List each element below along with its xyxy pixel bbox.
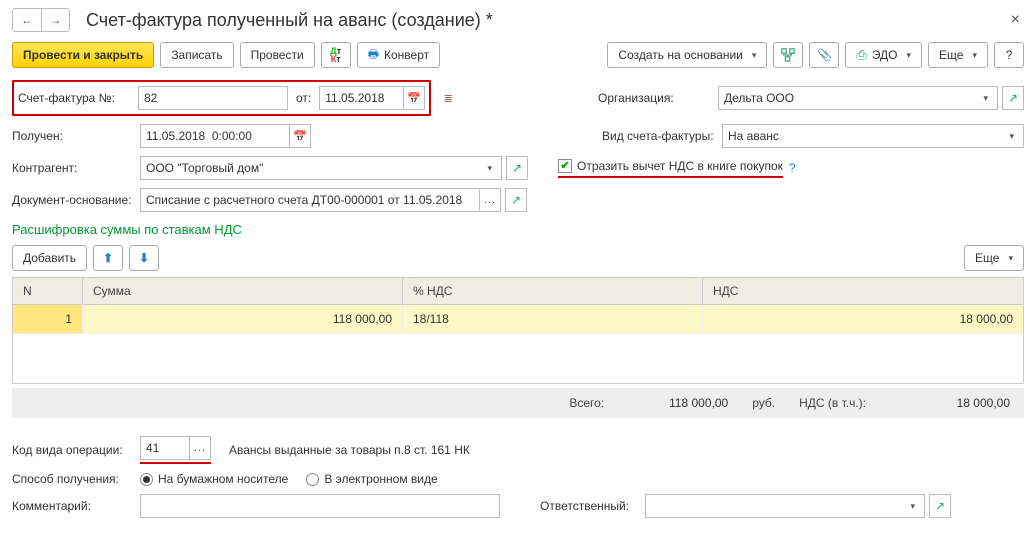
list-icon[interactable]: ≣ bbox=[437, 86, 459, 110]
structure-button[interactable] bbox=[773, 42, 803, 68]
basis-browse-button[interactable]: ... bbox=[479, 188, 501, 212]
vat-section-title: Расшифровка суммы по ставкам НДС bbox=[12, 222, 1024, 237]
responsible-open-button[interactable]: ↗ bbox=[929, 494, 951, 518]
move-up-button[interactable]: ⬆ bbox=[93, 245, 123, 271]
op-code-highlight: ... bbox=[140, 436, 211, 464]
op-code-label: Код вида операции: bbox=[12, 443, 140, 457]
currency-label: руб. bbox=[752, 396, 775, 410]
counterparty-label: Контрагент: bbox=[12, 161, 140, 175]
table-row[interactable]: 1 118 000,00 18/118 18 000,00 bbox=[13, 305, 1023, 333]
total-value: 118 000,00 bbox=[628, 396, 728, 410]
comment-label: Комментарий: bbox=[12, 499, 140, 513]
counterparty-value: ООО "Торговый дом" bbox=[146, 161, 263, 175]
basis-value: Списание с расчетного счета ДТ00-000001 … bbox=[146, 193, 462, 207]
counterparty-select[interactable]: ООО "Торговый дом" ▾ bbox=[140, 156, 502, 180]
close-button[interactable]: × bbox=[1007, 11, 1024, 29]
receipt-method-label: Способ получения: bbox=[12, 472, 140, 486]
responsible-label: Ответственный: bbox=[540, 499, 645, 513]
col-sum: Сумма bbox=[83, 278, 403, 304]
op-code-field[interactable] bbox=[140, 436, 190, 460]
create-based-button[interactable]: Создать на основании bbox=[607, 42, 767, 68]
add-row-button[interactable]: Добавить bbox=[12, 245, 87, 271]
edo-icon: ⎙ bbox=[856, 47, 866, 63]
help-button[interactable]: ? bbox=[994, 42, 1024, 68]
op-code-browse-button[interactable]: ... bbox=[189, 436, 211, 460]
chevron-down-icon: ▾ bbox=[906, 501, 919, 512]
receipt-paper-label: На бумажном носителе bbox=[158, 472, 288, 486]
org-label: Организация: bbox=[598, 91, 718, 105]
invoice-type-select[interactable]: На аванс ▾ bbox=[722, 124, 1024, 148]
dtkt-button[interactable]: ДтКт bbox=[321, 42, 351, 68]
received-field[interactable] bbox=[140, 124, 290, 148]
receipt-electronic-label: В электронном виде bbox=[324, 472, 437, 486]
move-down-button[interactable]: ⬇ bbox=[129, 245, 159, 271]
basis-open-button[interactable]: ↗ bbox=[505, 188, 527, 212]
invoice-type-value: На аванс bbox=[728, 129, 779, 143]
post-and-close-button[interactable]: Провести и закрыть bbox=[12, 42, 154, 68]
date-label: от: bbox=[296, 91, 311, 105]
paperclip-icon: 📎 bbox=[817, 48, 832, 62]
chevron-down-icon: ▾ bbox=[1005, 131, 1018, 142]
col-vat: НДС bbox=[703, 278, 1023, 304]
col-n: N bbox=[13, 278, 83, 304]
table-header: N Сумма % НДС НДС bbox=[13, 278, 1023, 305]
received-date-picker[interactable] bbox=[289, 124, 311, 148]
number-label: Счет-фактура №: bbox=[18, 91, 138, 105]
chevron-down-icon: ▾ bbox=[483, 163, 496, 174]
post-button[interactable]: Провести bbox=[240, 42, 315, 68]
date-field[interactable] bbox=[319, 86, 404, 110]
org-value: Дельта ООО bbox=[724, 91, 794, 105]
comment-field[interactable] bbox=[140, 494, 500, 518]
org-select[interactable]: Дельта ООО ▾ bbox=[718, 86, 998, 110]
receipt-method-group: На бумажном носителе В электронном виде bbox=[140, 472, 438, 486]
convert-label: Конверт bbox=[384, 48, 429, 62]
checkbox-checked-icon: ✔ bbox=[558, 159, 572, 173]
totals-bar: Всего: 118 000,00 руб. НДС (в т.ч.): 18 … bbox=[12, 388, 1024, 418]
receipt-electronic-radio[interactable]: В электронном виде bbox=[306, 472, 437, 486]
vat-deduct-label: Отразить вычет НДС в книге покупок bbox=[577, 159, 783, 173]
structure-icon bbox=[781, 48, 795, 62]
total-label: Всего: bbox=[569, 396, 604, 410]
op-code-desc: Авансы выданные за товары п.8 ст. 161 НК bbox=[229, 443, 470, 457]
vat-total-label: НДС (в т.ч.): bbox=[799, 396, 866, 410]
attachments-button[interactable]: 📎 bbox=[809, 42, 839, 68]
vat-deduct-checkbox[interactable]: ✔ Отразить вычет НДС в книге покупок bbox=[558, 159, 783, 178]
counterparty-open-button[interactable]: ↗ bbox=[506, 156, 528, 180]
nav-buttons: ← → bbox=[12, 8, 70, 32]
main-toolbar: Провести и закрыть Записать Провести ДтК… bbox=[12, 42, 1024, 68]
forward-button[interactable]: → bbox=[41, 9, 69, 31]
received-label: Получен: bbox=[12, 129, 140, 143]
invoice-type-label: Вид счета-фактуры: bbox=[602, 129, 722, 143]
basis-label: Документ-основание: bbox=[12, 193, 140, 207]
help-icon[interactable]: ? bbox=[789, 161, 796, 175]
number-date-highlight: Счет-фактура №: от: bbox=[12, 80, 431, 116]
basis-select[interactable]: Списание с расчетного счета ДТ00-000001 … bbox=[140, 188, 480, 212]
vat-total-value: 18 000,00 bbox=[890, 396, 1010, 410]
dtkt-icon: ДтКт bbox=[330, 47, 341, 63]
cell-n: 1 bbox=[13, 305, 83, 333]
cell-vat: 18 000,00 bbox=[703, 305, 1023, 333]
save-button[interactable]: Записать bbox=[160, 42, 233, 68]
radio-unchecked-icon bbox=[306, 473, 319, 486]
back-button[interactable]: ← bbox=[13, 9, 41, 31]
convert-button[interactable]: 🖶 Конверт bbox=[357, 42, 440, 68]
number-field[interactable] bbox=[138, 86, 288, 110]
chevron-down-icon: ▾ bbox=[979, 93, 992, 104]
responsible-select[interactable]: ▾ bbox=[645, 494, 925, 518]
vat-table: N Сумма % НДС НДС 1 118 000,00 18/118 18… bbox=[12, 277, 1024, 384]
cell-sum: 118 000,00 bbox=[83, 305, 403, 333]
edo-label: ЭДО bbox=[872, 48, 898, 62]
radio-checked-icon bbox=[140, 473, 153, 486]
edo-button[interactable]: ⎙ ЭДО bbox=[845, 42, 922, 68]
cell-rate: 18/118 bbox=[403, 305, 703, 333]
page-title: Счет-фактура полученный на аванс (создан… bbox=[86, 10, 493, 31]
col-rate: % НДС bbox=[403, 278, 703, 304]
date-picker-button[interactable] bbox=[403, 86, 425, 110]
table-empty-area bbox=[13, 333, 1023, 383]
receipt-paper-radio[interactable]: На бумажном носителе bbox=[140, 472, 288, 486]
more-button[interactable]: Еще bbox=[928, 42, 988, 68]
table-more-button[interactable]: Еще bbox=[964, 245, 1024, 271]
org-open-button[interactable]: ↗ bbox=[1002, 86, 1024, 110]
print-icon: 🖶 bbox=[368, 45, 379, 66]
